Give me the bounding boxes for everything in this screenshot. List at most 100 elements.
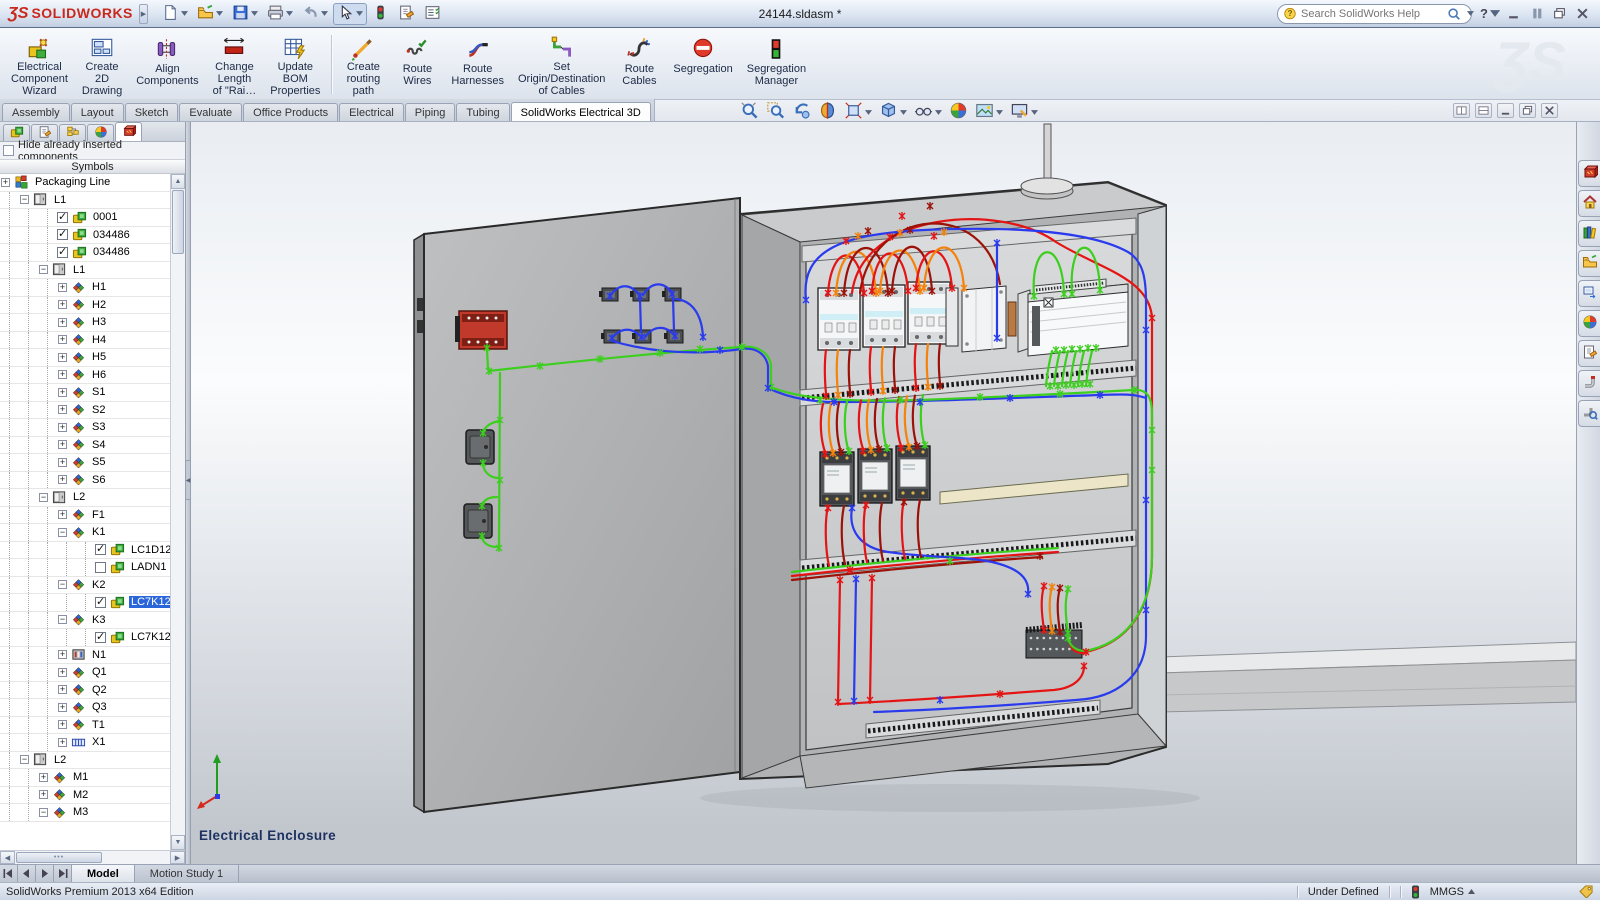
tree-item-label[interactable]: T1 (90, 719, 107, 731)
tree-item-034486[interactable]: 034486 (0, 227, 170, 245)
dropdown-caret-icon[interactable] (1490, 7, 1500, 20)
expand-icon[interactable]: + (58, 353, 67, 362)
tree-item-packaging-line[interactable]: +Packaging Line (0, 174, 170, 192)
tree-item-label[interactable]: S6 (90, 474, 107, 486)
tree-item-k1[interactable]: −K1 (0, 524, 170, 542)
route-components-tab-button[interactable] (1578, 370, 1600, 397)
din-contactors[interactable] (820, 446, 930, 506)
tree-item-label[interactable]: S4 (90, 439, 107, 451)
scroll-thumb[interactable] (172, 190, 184, 254)
tree-item-label[interactable]: L1 (71, 264, 87, 276)
view-orientation-button[interactable] (844, 101, 872, 123)
file-explorer-tab-button[interactable] (1578, 250, 1600, 277)
expand-icon[interactable]: + (58, 475, 67, 484)
tree-item-s1[interactable]: +S1 (0, 384, 170, 402)
tree-item-l1[interactable]: −L1 (0, 192, 170, 210)
zoom-to-area-button[interactable] (766, 101, 785, 123)
tree-item-h6[interactable]: +H6 (0, 367, 170, 385)
tree-item-f1[interactable]: +F1 (0, 507, 170, 525)
expand-icon[interactable]: + (58, 440, 67, 449)
tree-item-label[interactable]: M3 (71, 806, 90, 818)
tree-item-t1[interactable]: + T1 (0, 717, 170, 735)
collapse-icon[interactable]: − (39, 808, 48, 817)
tree-item-h1[interactable]: +H1 (0, 279, 170, 297)
3d-viewport[interactable] (191, 122, 1576, 864)
expand-icon[interactable]: + (58, 388, 67, 397)
select-button[interactable] (333, 3, 367, 25)
viewport-split-horizontal-button[interactable] (1453, 103, 1470, 118)
electrical-3d-tab-button[interactable] (1578, 160, 1600, 187)
tree-horizontal-scrollbar[interactable]: ◀ ••• ▶ (0, 850, 185, 864)
tab-piping[interactable]: Piping (405, 103, 456, 121)
door-panel[interactable] (414, 198, 740, 812)
viewport-split-vertical-button[interactable] (1475, 103, 1492, 118)
help-search-box[interactable]: ? (1277, 4, 1472, 24)
tree-item-q3[interactable]: +Q3 (0, 699, 170, 717)
tab-evaluate[interactable]: Evaluate (179, 103, 242, 121)
tree-item-label[interactable]: K3 (90, 614, 107, 626)
search-icon[interactable] (1447, 7, 1461, 21)
tree-item-q1[interactable]: +Q1 (0, 664, 170, 682)
tab-layout[interactable]: Layout (71, 103, 124, 121)
expand-icon[interactable]: + (58, 423, 67, 432)
expand-icon[interactable]: + (58, 510, 67, 519)
search-input[interactable] (1301, 8, 1443, 20)
new-document-button[interactable] (158, 3, 192, 25)
tree-item-m1[interactable]: +M1 (0, 769, 170, 787)
section-view-button[interactable] (818, 101, 837, 123)
tree-item-h2[interactable]: + H2 (0, 297, 170, 315)
next-frame-button[interactable] (36, 865, 54, 882)
dropdown-caret-icon[interactable] (251, 11, 258, 16)
dropdown-caret-icon[interactable] (1031, 110, 1038, 115)
expand-icon[interactable]: + (1, 178, 10, 187)
tree-item-lc7k12[interactable]: LC7K12 (0, 594, 170, 612)
dropdown-caret-icon[interactable] (181, 11, 188, 16)
expand-icon[interactable]: + (58, 300, 67, 309)
document-restore-button[interactable] (1519, 103, 1536, 118)
expand-icon[interactable]: + (58, 405, 67, 414)
scroll-thumb-horizontal[interactable]: ••• (16, 852, 102, 863)
dropdown-caret-icon[interactable] (900, 110, 907, 115)
collapse-icon[interactable]: − (58, 580, 67, 589)
din-contactor[interactable] (896, 446, 930, 500)
tree-item-label[interactable]: L2 (71, 491, 87, 503)
appearances-tab-button[interactable] (1578, 310, 1600, 337)
print-button[interactable] (263, 3, 297, 25)
document-minimize-button[interactable] (1497, 103, 1514, 118)
tree-item-label[interactable]: M1 (71, 771, 90, 783)
tree-item-label[interactable]: LC7K12 (129, 596, 170, 608)
tree-item-lc7k12[interactable]: LC7K12 (0, 629, 170, 647)
view-palette-tab-button[interactable] (1578, 280, 1600, 307)
edit-appearance-button[interactable] (949, 101, 968, 123)
scroll-up-arrow[interactable]: ▲ (171, 174, 185, 189)
tab-electrical[interactable]: Electrical (339, 103, 404, 121)
tree-item-l1[interactable]: −L1 (0, 262, 170, 280)
create-routing-path-button[interactable]: Createroutingpath (336, 31, 390, 98)
segregation-manager-button[interactable]: SegregationManager (740, 31, 813, 98)
restore-button[interactable] (1526, 5, 1546, 23)
expand-icon[interactable]: + (58, 318, 67, 327)
previous-frame-button[interactable] (18, 865, 36, 882)
tree-item-label[interactable]: K2 (90, 579, 107, 591)
search-options-caret[interactable] (1467, 11, 1474, 16)
plc-module[interactable] (1028, 279, 1128, 356)
tree-item-s5[interactable]: +S5 (0, 454, 170, 472)
circuit-breaker[interactable] (818, 288, 860, 350)
tree-item-label[interactable]: H5 (90, 351, 108, 363)
expand-icon[interactable]: + (58, 720, 67, 729)
units-selector[interactable]: MMGS (1430, 886, 1475, 898)
tree-item-n1[interactable]: +N1 (0, 647, 170, 665)
tree-item-lc1d12[interactable]: LC1D12 (0, 542, 170, 560)
dropdown-caret-icon[interactable] (321, 11, 328, 16)
expand-icon[interactable]: + (58, 650, 67, 659)
collapse-icon[interactable]: − (58, 528, 67, 537)
tree-item-q2[interactable]: +Q2 (0, 682, 170, 700)
tree-item-label[interactable]: H2 (90, 299, 108, 311)
help-button[interactable]: ? (1480, 5, 1500, 23)
door-power-supply[interactable] (455, 311, 507, 349)
close-button[interactable] (1572, 5, 1592, 23)
expand-icon[interactable]: + (58, 458, 67, 467)
edit-properties-button[interactable] (394, 3, 419, 25)
tree-item-ladn1[interactable]: LADN1 (0, 559, 170, 577)
visibility-checkbox[interactable] (57, 212, 68, 223)
